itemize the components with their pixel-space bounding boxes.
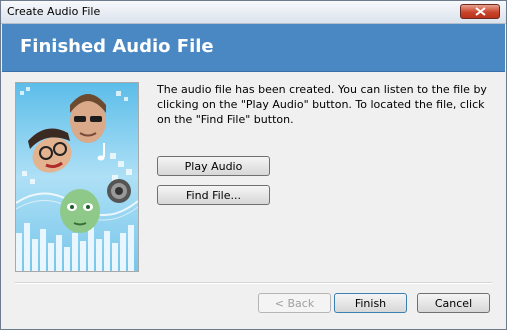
completion-message: The audio file has been created. You can… xyxy=(157,83,487,126)
audio-faces-artwork xyxy=(15,82,139,272)
play-audio-button[interactable]: Play Audio xyxy=(157,156,270,176)
window-title: Create Audio File xyxy=(7,5,101,18)
close-icon xyxy=(475,7,486,16)
back-button[interactable]: < Back xyxy=(258,293,331,313)
title-bar: Create Audio File xyxy=(1,1,506,24)
cancel-button[interactable]: Cancel xyxy=(417,293,490,313)
finish-button[interactable]: Finish xyxy=(334,293,407,313)
footer-divider xyxy=(15,282,492,284)
header-banner: Finished Audio File xyxy=(2,24,505,72)
create-audio-file-dialog: Create Audio File Finished Audio File Th… xyxy=(0,0,507,330)
close-button[interactable] xyxy=(460,4,500,19)
page-title: Finished Audio File xyxy=(20,36,214,57)
find-file-button[interactable]: Find File... xyxy=(157,185,270,205)
